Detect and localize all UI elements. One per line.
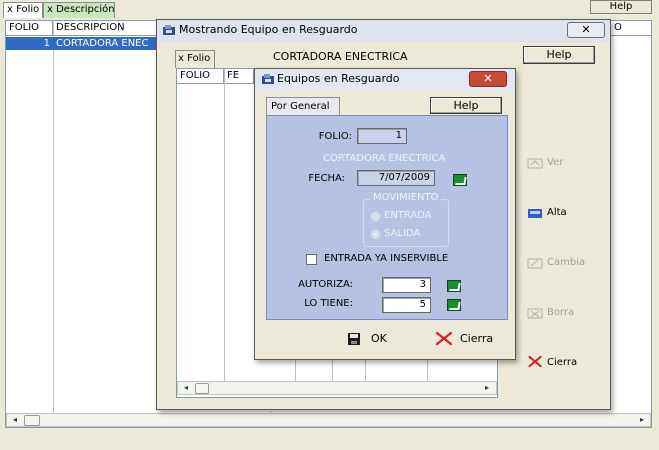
equipos-en-resguardo-dialog: Equipos en Resguardo ✕ Por General Help … — [254, 68, 516, 360]
entrada-inservible-label: ENTRADA YA INSERVIBLE — [324, 253, 449, 264]
fecha-picker-icon[interactable] — [453, 174, 467, 186]
item-name: CORTADORA ENECTRICA — [323, 153, 446, 164]
ver-icon — [527, 158, 543, 169]
close-button[interactable]: ✕ — [469, 71, 507, 87]
salida-label: SALIDA — [384, 228, 421, 239]
alta-button[interactable]: Alta — [523, 200, 607, 226]
borra-label: Borra — [547, 307, 575, 318]
window-title: Mostrando Equipo en Resguardo — [179, 23, 358, 36]
table-row[interactable]: 1 CORTADORA ENEC — [6, 37, 158, 50]
help-button[interactable]: Help — [430, 97, 502, 114]
fecha-label: FECHA: — [308, 173, 345, 184]
horizontal-scrollbar[interactable]: ◂ ▸ — [6, 413, 651, 427]
movimiento-group: MOVIMIENTO ENTRADA SALIDA — [363, 192, 449, 247]
alta-label: Alta — [547, 207, 567, 218]
scroll-left-icon[interactable]: ◂ — [8, 414, 22, 426]
cierra-side-label: Cierra — [547, 357, 578, 368]
ver-button[interactable]: Ver — [523, 150, 607, 176]
folio-field[interactable]: 1 — [357, 128, 407, 144]
ok-label: OK — [371, 332, 387, 345]
scroll-right-icon[interactable]: ▸ — [480, 382, 494, 394]
column-header-descripcion[interactable]: DESCRIPCION — [53, 21, 158, 36]
cambia-button[interactable]: Cambia — [523, 250, 607, 276]
record-heading: CORTADORA ENECTRICA — [273, 50, 408, 63]
tab-por-general[interactable]: Por General — [266, 97, 340, 116]
row-descripcion: CORTADORA ENEC — [56, 38, 149, 49]
equipment-window-icon — [163, 25, 175, 35]
entrada-radio[interactable] — [370, 211, 381, 222]
lotiene-label: LO TIENE: — [304, 298, 353, 309]
folio-label: FOLIO: — [318, 131, 352, 142]
entrada-inservible-checkbox[interactable] — [306, 254, 317, 265]
tab-folio[interactable]: x Folio — [175, 50, 215, 68]
cierra-button[interactable]: Cierra — [435, 331, 505, 351]
ok-button[interactable]: OK — [347, 331, 407, 351]
help-button[interactable]: Help — [590, 0, 652, 14]
scroll-left-icon[interactable]: ◂ — [179, 382, 193, 394]
grid-line — [224, 69, 225, 381]
cierra-side-button[interactable]: Cierra — [523, 350, 607, 376]
red-x-icon — [435, 331, 453, 346]
salida-radio[interactable] — [370, 229, 381, 240]
title-bar[interactable]: Equipos en Resguardo ✕ — [255, 69, 515, 91]
scroll-thumb[interactable] — [195, 383, 209, 394]
movimiento-label: MOVIMIENTO — [370, 192, 442, 203]
lotiene-field[interactable]: 5 — [382, 297, 431, 313]
title-bar[interactable]: Mostrando Equipo en Resguardo ✕ — [157, 20, 610, 42]
horizontal-scrollbar[interactable]: ◂ ▸ — [177, 381, 497, 395]
close-button[interactable]: ✕ — [567, 22, 605, 38]
tab-descripcion[interactable]: x Descripción — [43, 2, 115, 18]
cierra-label: Cierra — [460, 332, 494, 345]
row-folio: 1 — [43, 38, 50, 49]
dialog-title: Equipos en Resguardo — [277, 72, 400, 85]
borra-button[interactable]: Borra — [523, 300, 607, 326]
column-header-fecha[interactable]: FE — [224, 69, 254, 84]
general-panel: FOLIO: 1 CORTADORA ENECTRICA FECHA: 7/07… — [266, 115, 508, 320]
column-header-o[interactable]: O — [611, 21, 651, 36]
scroll-right-icon[interactable]: ▸ — [635, 414, 649, 426]
cambia-label: Cambia — [547, 257, 586, 268]
red-x-icon — [528, 355, 542, 368]
autoriza-picker-icon[interactable] — [447, 280, 461, 292]
scroll-thumb[interactable] — [24, 415, 40, 426]
fecha-field[interactable]: 7/07/2009 — [357, 170, 435, 186]
autoriza-label: AUTORIZA: — [298, 279, 353, 290]
column-header-folio[interactable]: FOLIO — [6, 21, 53, 36]
lotiene-picker-icon[interactable] — [447, 299, 461, 311]
cambia-icon — [527, 258, 543, 269]
column-header-folio[interactable]: FOLIO — [177, 69, 224, 84]
tab-folio[interactable]: x Folio — [3, 2, 43, 18]
ver-label: Ver — [547, 157, 564, 168]
alta-icon — [528, 209, 542, 218]
borra-icon — [527, 308, 543, 319]
equipment-window-icon — [262, 74, 274, 84]
help-button[interactable]: Help — [523, 46, 595, 64]
entrada-label: ENTRADA — [384, 210, 432, 221]
floppy-disk-icon — [348, 333, 360, 345]
autoriza-field[interactable]: 3 — [382, 277, 431, 293]
grid-line — [53, 21, 54, 416]
